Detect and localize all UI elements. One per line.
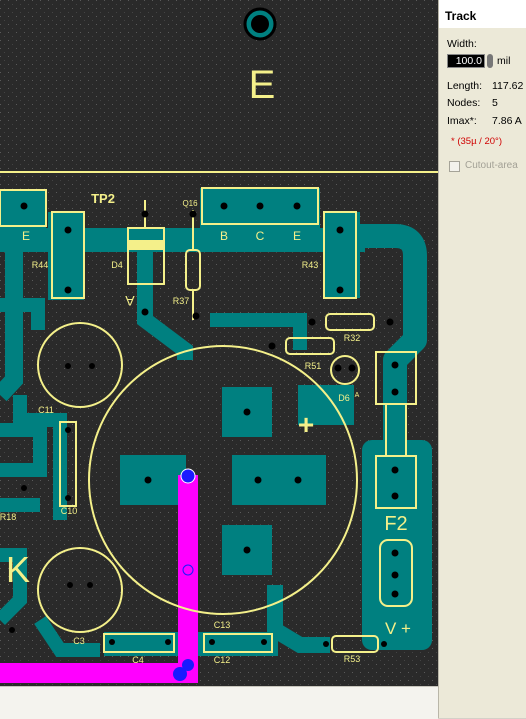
label-big-e: E bbox=[249, 63, 276, 107]
label-c10: C10 bbox=[61, 506, 78, 516]
width-unit: mil bbox=[497, 55, 511, 67]
label-c13: C13 bbox=[214, 620, 231, 630]
cutout-area-checkbox[interactable] bbox=[449, 161, 460, 172]
label-v-plus: V + bbox=[385, 619, 411, 638]
label-c12: C12 bbox=[214, 655, 231, 665]
label-r43: R43 bbox=[302, 260, 319, 270]
imax-value: 7.86 A bbox=[492, 115, 522, 127]
label-r18: R18 bbox=[0, 512, 16, 522]
label-f2: F2 bbox=[384, 513, 407, 535]
imax-note: * (35µ / 20°) bbox=[451, 136, 502, 147]
label-r44: R44 bbox=[32, 260, 49, 270]
label-c: C bbox=[256, 229, 265, 243]
label-b: B bbox=[220, 229, 228, 243]
label-d6-a: A bbox=[355, 392, 360, 399]
label-d4: D4 bbox=[111, 260, 123, 270]
panel-title: Track bbox=[439, 0, 526, 28]
label-tp2: TP2 bbox=[91, 191, 115, 206]
label-e-right: E bbox=[293, 229, 301, 243]
label-c4: C4 bbox=[132, 655, 144, 665]
label-r37: R37 bbox=[173, 296, 190, 306]
length-value: 117.62 bbox=[492, 80, 524, 92]
label-plus: + bbox=[298, 409, 314, 440]
track-properties-panel: Track Width: mil Length: 117.62 Nodes: 5… bbox=[438, 0, 526, 718]
nodes-value: 5 bbox=[492, 97, 498, 109]
label-r51: R51 bbox=[305, 361, 322, 371]
label-a-d4: A bbox=[125, 293, 135, 309]
label-c3: C3 bbox=[73, 636, 85, 646]
width-spinner[interactable] bbox=[487, 54, 493, 68]
width-label: Width: bbox=[447, 38, 477, 50]
label-q16: Q16 bbox=[182, 199, 198, 208]
cutout-area-label[interactable]: Cutout-area bbox=[465, 160, 518, 171]
imax-label: Imax*: bbox=[447, 115, 477, 127]
pcb-canvas[interactable]: E TP2 Q16 E B C E R44 D4 A R37 R43 R32 R… bbox=[0, 0, 438, 686]
label-big-k: K bbox=[6, 549, 30, 590]
label-c11: C11 bbox=[38, 405, 54, 415]
nodes-label: Nodes: bbox=[447, 97, 481, 109]
label-r32: R32 bbox=[344, 333, 361, 343]
length-label: Length: bbox=[447, 80, 483, 92]
label-r53: R53 bbox=[344, 654, 361, 664]
label-d6: D6 bbox=[338, 393, 350, 403]
label-e-left: E bbox=[22, 229, 30, 243]
width-input[interactable] bbox=[447, 54, 485, 68]
horizontal-scrollbar[interactable] bbox=[0, 686, 438, 719]
